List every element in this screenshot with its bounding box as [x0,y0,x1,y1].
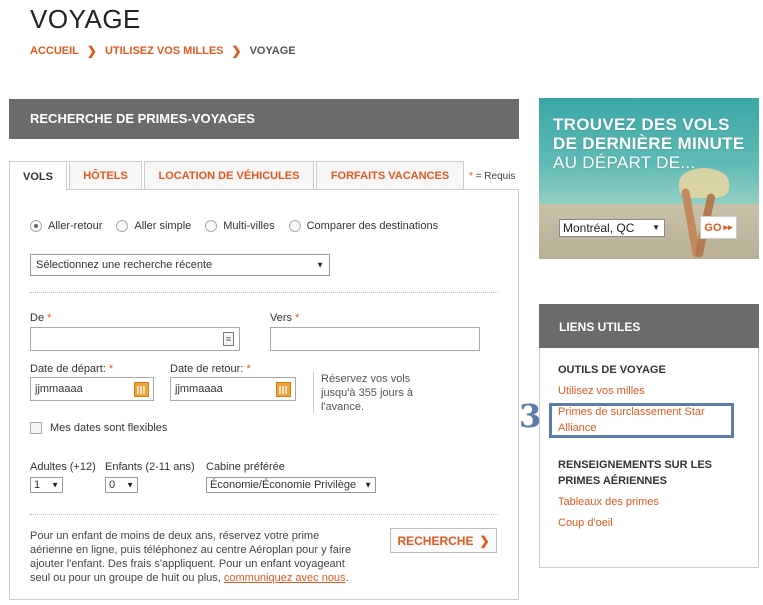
breadcrumb-home[interactable]: ACCUEIL [30,45,79,57]
flexible-dates-checkbox[interactable]: Mes dates sont flexibles [30,422,167,434]
chevron-right-icon: ❯ [231,44,242,58]
double-chevron-icon: ▸▸ [723,222,733,232]
radio-icon [205,220,218,232]
breadcrumb-current: VOYAGE [249,45,296,57]
annotation-marker: 3 [519,397,542,435]
tab-flights[interactable]: VOLS [9,161,67,191]
promo-line-1: TROUVEZ DES VOLS [553,115,730,134]
return-date-input[interactable]: jjmmaaaa [170,377,296,401]
link-use-miles[interactable]: Utilisez vos milles [558,383,645,399]
child-travel-note: Pour un enfant de moins de deux ans, rés… [30,530,352,584]
page-title: VOYAGE [30,4,141,34]
link-award-charts[interactable]: Tableaux des primes [558,494,659,510]
radio-icon [116,220,129,232]
tab-hotels[interactable]: HÔTELS [69,161,142,190]
search-panel-header: RECHERCHE DE PRIMES-VOYAGES [9,99,519,139]
go-button[interactable]: GO ▸▸ [700,216,737,239]
booking-window-hint: Réservez vos vols jusqu'à 355 jours à l'… [313,372,433,414]
return-date-label: Date de retour: * [170,363,251,375]
promo-line-2: DE DERNIÈRE MINUTE [553,134,745,153]
divider [66,189,519,190]
cabin-select[interactable]: Économie/Économie Privilège ▼ [206,477,376,493]
depart-date-label: Date de départ: * [30,363,114,375]
children-select[interactable]: 0 ▼ [105,477,138,493]
search-button[interactable]: RECHERCHE ❯ [390,528,497,553]
chevron-right-icon: ❯ [86,44,97,58]
departure-city-select[interactable]: Montréal, QC ▼ [559,219,665,237]
radio-one-way[interactable]: Aller simple [116,220,191,232]
radio-compare-destinations[interactable]: Comparer des destinations [288,220,438,232]
radio-multi-city[interactable]: Multi-villes [205,220,275,232]
dropdown-arrow-icon: ▼ [364,480,372,490]
promo-line-3: AU DÉPART DE... [553,153,696,172]
address-book-icon[interactable]: ≡ [223,332,234,346]
dropdown-arrow-icon: ▼ [126,480,134,490]
divider [30,292,498,293]
to-label: Vers * [270,312,300,324]
radio-icon [288,220,301,232]
dropdown-arrow-icon: ▼ [652,223,660,232]
annotation-highlight-box [549,403,734,438]
travel-tools-heading: OUTILS DE VOYAGE [558,364,666,376]
to-input[interactable] [270,327,480,351]
calendar-icon[interactable] [276,382,291,397]
children-label: Enfants (2-11 ans) [105,461,195,473]
adults-label: Adultes (+12) [30,461,96,473]
search-tabs: VOLS HÔTELS LOCATION DE VÉHICULES FORFAI… [9,161,466,191]
dropdown-arrow-icon: ▼ [316,260,324,270]
adults-select[interactable]: 1 ▼ [30,477,63,493]
last-minute-promo-banner[interactable]: TROUVEZ DES VOLS DE DERNIÈRE MINUTE AU D… [539,98,759,259]
tab-vacation-packages[interactable]: FORFAITS VACANCES [316,161,464,190]
cabin-label: Cabine préférée [206,461,285,473]
link-at-a-glance[interactable]: Coup d'oeil [558,515,613,531]
breadcrumb: ACCUEIL ❯ UTILISEZ VOS MILLES ❯ VOYAGE [30,44,296,58]
checkbox-icon [30,422,42,434]
award-info-heading: RENSEIGNEMENTS SUR LES PRIMES AÉRIENNES [558,459,713,487]
tab-car-rental[interactable]: LOCATION DE VÉHICULES [144,161,314,190]
useful-links-header: LIENS UTILES [539,304,759,348]
breadcrumb-use-miles[interactable]: UTILISEZ VOS MILLES [105,45,224,57]
radio-selected-icon [30,220,42,232]
calendar-icon[interactable] [134,382,149,397]
from-label: De * [30,312,52,324]
radio-round-trip[interactable]: Aller-retour [30,220,102,232]
dropdown-arrow-icon: ▼ [51,480,59,490]
chevron-right-icon: ❯ [479,533,490,548]
depart-date-input[interactable]: jjmmaaaa [30,377,154,401]
recent-search-select[interactable]: Sélectionnez une recherche récente ▼ [30,254,330,276]
divider [30,514,498,515]
trip-type-group: Aller-retour Aller simple Multi-villes C… [30,220,452,232]
contact-us-link[interactable]: communiquez avec nous [224,572,346,584]
from-input[interactable]: ≡ [30,327,240,351]
required-note: * = Requis [469,171,516,182]
